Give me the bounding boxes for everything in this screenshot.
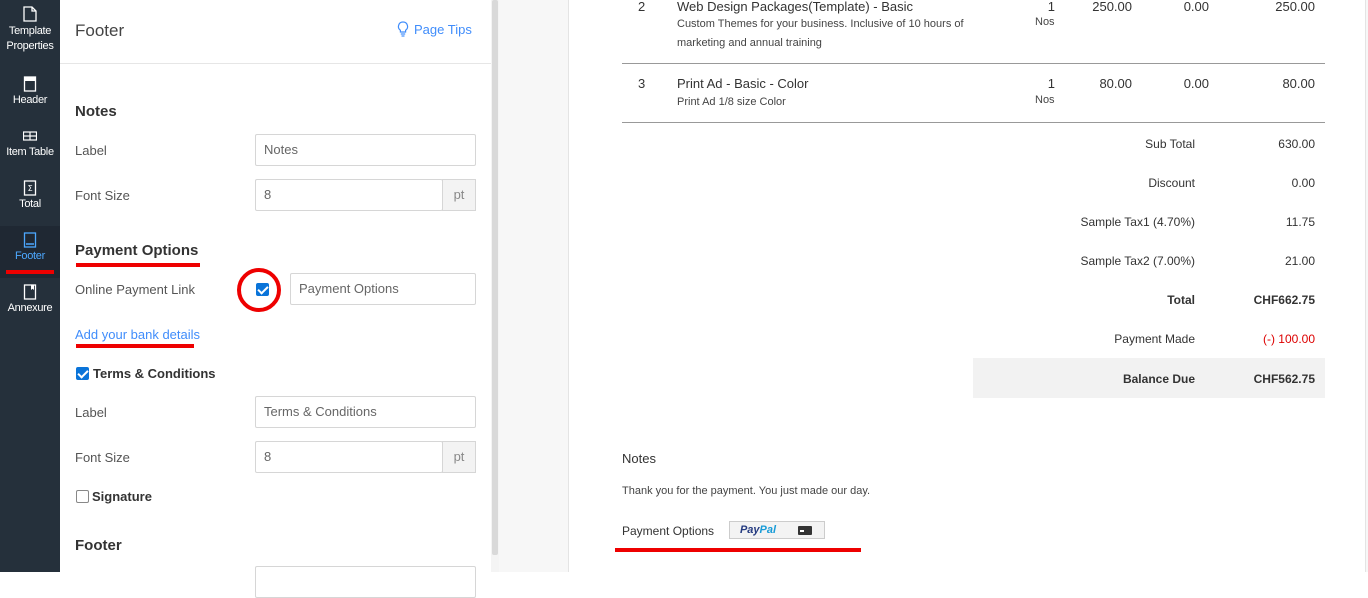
discount-label: Discount: [1148, 176, 1195, 190]
sub-total-label: Sub Total: [1145, 137, 1195, 151]
terms-font-size-unit: pt: [442, 441, 476, 473]
add-bank-details-link[interactable]: Add your bank details: [75, 327, 200, 342]
item-qty: 1: [1047, 76, 1055, 91]
rail-item-template-properties[interactable]: Template Properties: [0, 0, 60, 52]
panel-title: Footer: [75, 21, 125, 40]
paypal-badge: PayPal: [729, 521, 825, 539]
rail-label: Item Table: [6, 146, 54, 158]
footer-icon: [23, 232, 37, 248]
tax2-value: 21.00: [1284, 254, 1315, 268]
rail-label: Total: [19, 198, 41, 210]
rail-label: Annexure: [7, 302, 53, 314]
footer-section-title: Footer: [75, 537, 122, 554]
discount-value: 0.00: [1291, 176, 1315, 190]
highlight-underline: [615, 548, 861, 552]
item-rate: 250.00: [1092, 0, 1132, 14]
credit-card-icon: [798, 525, 812, 535]
highlight-underline: [76, 344, 194, 348]
sub-total-value: 630.00: [1278, 137, 1315, 151]
preview-notes-title: Notes: [622, 451, 656, 466]
preview-notes-text: Thank you for the payment. You just made…: [622, 485, 871, 497]
total-value: CHF662.75: [1253, 293, 1315, 307]
lightbulb-icon: [397, 21, 409, 37]
item-qty: 1: [1047, 0, 1055, 14]
online-payment-label-input[interactable]: Payment Options: [290, 273, 476, 305]
signature-checkbox[interactable]: [76, 490, 89, 503]
panel-scrollbar-thumb[interactable]: [492, 0, 498, 555]
balance-due-value: CHF562.75: [1253, 372, 1315, 386]
preview-payment-options-label: Payment Options: [622, 524, 715, 538]
annexure-icon: [23, 284, 37, 300]
rail-item-header[interactable]: Header: [0, 70, 60, 122]
item-amount: 250.00: [1275, 0, 1315, 14]
tax2-label: Sample Tax2 (7.00%): [1080, 254, 1195, 268]
page-tips-label: Page Tips: [414, 21, 472, 37]
terms-checkbox-label: Terms & Conditions: [93, 366, 216, 381]
notes-font-size-label: Font Size: [75, 188, 130, 203]
svg-text:Σ: Σ: [28, 184, 33, 193]
footer-input[interactable]: [255, 566, 476, 598]
highlight-underline: [76, 263, 200, 267]
item-rate: 80.00: [1099, 76, 1132, 91]
terms-font-size-input[interactable]: 8: [255, 441, 443, 473]
rail-label: Header: [12, 94, 48, 106]
item-description: Custom Themes for your business. Inclusi…: [677, 18, 964, 49]
rail-item-item-table[interactable]: Item Table: [0, 122, 60, 174]
rail-label: Template Properties: [6, 25, 54, 52]
signature-checkbox-label: Signature: [92, 489, 152, 504]
terms-checkbox[interactable]: [76, 367, 89, 380]
panel-header: Footer Page Tips: [60, 0, 491, 64]
terms-label-input[interactable]: Terms & Conditions: [255, 396, 476, 428]
item-unit: Nos: [1035, 16, 1055, 28]
table-icon: [23, 131, 37, 141]
row-divider: [622, 122, 1325, 123]
terms-label-label: Label: [75, 405, 107, 420]
item-row-number: 2: [638, 0, 646, 14]
row-divider: [622, 63, 1325, 64]
paypal-logo: PayPal: [739, 524, 777, 536]
item-discount: 0.00: [1183, 0, 1209, 14]
notes-font-size-input[interactable]: 8: [255, 179, 443, 211]
item-name: Web Design Packages(Template) - Basic: [677, 0, 914, 14]
page-tips-link[interactable]: Page Tips: [397, 21, 472, 37]
item-unit: Nos: [1035, 94, 1055, 106]
rail-label: Footer: [15, 250, 45, 262]
total-label: Total: [1167, 293, 1195, 307]
document-icon: [23, 6, 37, 22]
highlight-circle: [237, 268, 281, 312]
payment-made-label: Payment Made: [1114, 332, 1195, 346]
highlight-underline: [6, 270, 54, 274]
header-icon: [23, 76, 37, 92]
notes-section-title: Notes: [75, 103, 117, 120]
item-name: Print Ad - Basic - Color: [677, 76, 809, 91]
sigma-icon: Σ: [23, 180, 37, 196]
item-amount: 80.00: [1282, 76, 1315, 91]
payment-made-value: (-) 100.00: [1262, 332, 1315, 346]
payment-options-section-title: Payment Options: [75, 242, 199, 259]
rail-item-annexure[interactable]: Annexure: [0, 278, 60, 330]
rail-item-total[interactable]: Σ Total: [0, 174, 60, 226]
tax1-label: Sample Tax1 (4.70%): [1080, 215, 1195, 229]
tax1-value: 11.75: [1285, 215, 1315, 229]
left-nav-rail: Template Properties Header Item Table Σ T…: [0, 0, 60, 572]
balance-due-label: Balance Due: [1122, 372, 1195, 386]
item-row-number: 3: [638, 76, 646, 91]
item-description: Print Ad 1/8 size Color: [677, 96, 786, 108]
notes-label-input[interactable]: Notes: [255, 134, 476, 166]
item-discount: 0.00: [1183, 76, 1209, 91]
online-payment-link-label: Online Payment Link: [75, 282, 195, 297]
notes-font-size-unit: pt: [442, 179, 476, 211]
notes-label-label: Label: [75, 143, 107, 158]
footer-settings-panel: Footer Page Tips Notes Label Notes Font …: [60, 0, 491, 598]
terms-font-size-label: Font Size: [75, 450, 130, 465]
